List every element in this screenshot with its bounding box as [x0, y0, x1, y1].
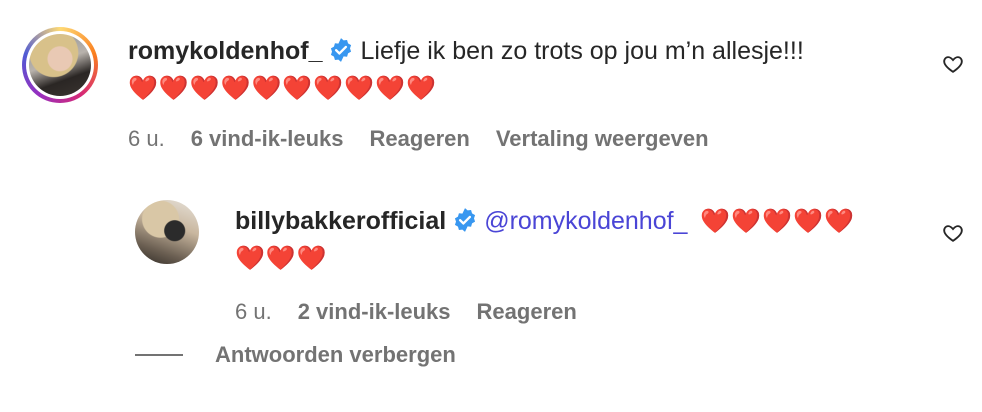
- comment-body: romykoldenhof_ Liefje ik ben zo trots op …: [128, 34, 804, 154]
- avatar-wrap[interactable]: [135, 200, 199, 264]
- comment-likes[interactable]: 6 vind-ik-leuks: [191, 124, 344, 154]
- reply-hearts: ❤️❤️❤️: [235, 245, 328, 272]
- divider-line: [135, 354, 183, 356]
- avatar[interactable]: [135, 200, 199, 264]
- comment-text-line: romykoldenhof_ Liefje ik ben zo trots op …: [128, 34, 804, 72]
- comment-hearts: ❤️❤️❤️❤️❤️❤️❤️❤️❤️❤️: [128, 75, 437, 102]
- translate-button[interactable]: Vertaling weergeven: [496, 124, 709, 154]
- reply-time[interactable]: 6 u.: [235, 297, 272, 327]
- hide-replies-button[interactable]: Antwoorden verbergen: [135, 342, 456, 368]
- reply-username[interactable]: billybakkerofficial: [235, 207, 446, 235]
- story-ring[interactable]: [22, 27, 98, 103]
- heart-outline-icon[interactable]: [942, 222, 964, 244]
- reply-button[interactable]: Reageren: [370, 124, 470, 154]
- heart-outline-icon[interactable]: [942, 53, 964, 75]
- hide-replies-label: Antwoorden verbergen: [215, 342, 456, 367]
- comment-meta: 6 u. 6 vind-ik-leuks Reageren Vertaling …: [128, 124, 804, 154]
- reply-hearts-inline: ❤️❤️❤️❤️❤️: [700, 208, 855, 235]
- reply-button[interactable]: Reageren: [477, 297, 577, 327]
- comment-username[interactable]: romykoldenhof_: [128, 37, 322, 65]
- reply-meta: 6 u. 2 vind-ik-leuks Reageren: [235, 297, 855, 327]
- reply-text-line: billybakkerofficial @romykoldenhof_ ❤️❤️❤…: [235, 204, 855, 242]
- reply-likes[interactable]: 2 vind-ik-leuks: [298, 297, 451, 327]
- verified-badge-icon: [328, 37, 354, 72]
- mention-link[interactable]: @romykoldenhof_: [484, 207, 687, 235]
- comment-time[interactable]: 6 u.: [128, 124, 165, 154]
- verified-badge-icon: [452, 207, 478, 242]
- comment-item: romykoldenhof_ Liefje ik ben zo trots op …: [22, 27, 804, 154]
- comment-text: Liefje ik ben zo trots op jou m’n allesj…: [360, 37, 804, 65]
- avatar[interactable]: [29, 34, 91, 96]
- avatar-border: [26, 31, 94, 99]
- reply-body: billybakkerofficial @romykoldenhof_ ❤️❤️❤…: [235, 204, 855, 327]
- reply-item: billybakkerofficial @romykoldenhof_ ❤️❤️❤…: [135, 200, 855, 327]
